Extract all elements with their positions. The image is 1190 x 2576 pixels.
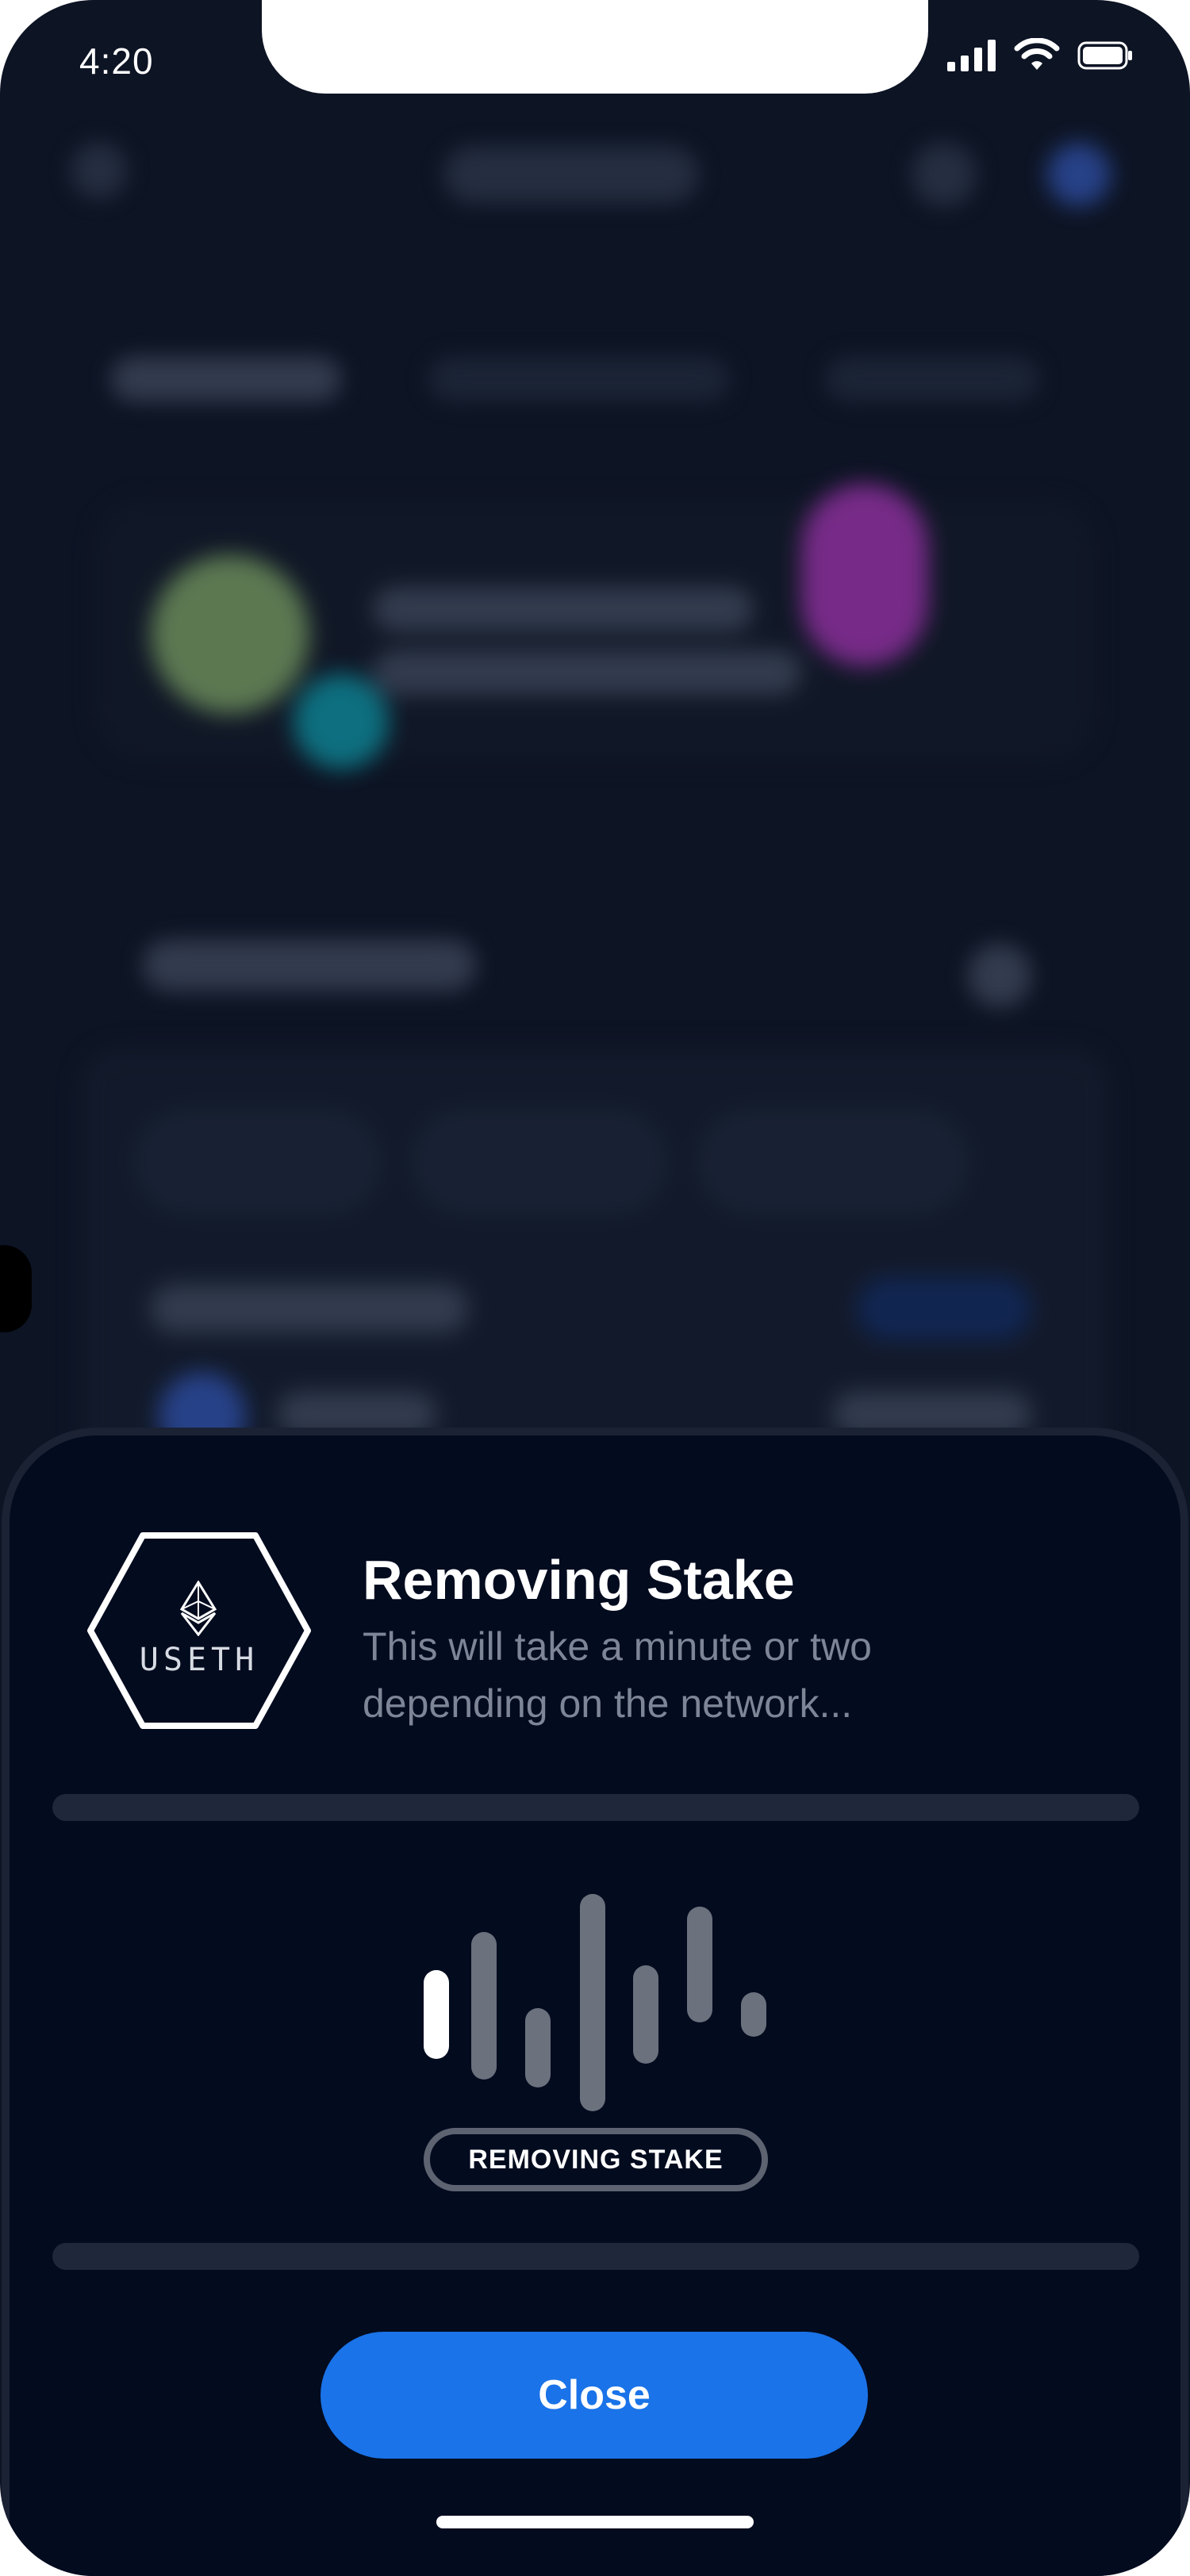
action-pill — [413, 1110, 666, 1213]
ethereum-icon — [180, 1581, 217, 1636]
waveform-bar — [687, 1907, 712, 2022]
cellular-signal-icon — [947, 40, 996, 71]
status-pill: REMOVING STAKE — [424, 2128, 768, 2191]
promo-art — [294, 674, 389, 769]
waveform-bar — [580, 1894, 605, 2111]
status-icons — [947, 38, 1133, 73]
notch — [262, 0, 928, 94]
tab-placeholder — [111, 357, 341, 401]
sheet-subtitle: This will take a minute or two depending… — [363, 1624, 872, 1726]
waveform-bar — [741, 1992, 766, 2037]
tab-placeholder — [825, 357, 1039, 401]
status-time: 4:20 — [79, 40, 154, 82]
side-bump — [0, 1245, 32, 1332]
promo-text-placeholder — [373, 587, 754, 631]
phone-screen: 4:20 USETH Removing Stake This will take… — [0, 0, 1190, 2576]
header-button — [912, 143, 976, 206]
close-button[interactable]: Close — [321, 2332, 868, 2459]
waveform-bar — [471, 1932, 497, 2080]
token-label: USETH — [139, 1642, 259, 1678]
promo-art — [801, 484, 928, 666]
action-pill — [135, 1110, 381, 1213]
menu-icon — [71, 143, 127, 198]
section-button — [968, 944, 1031, 1007]
divider-bottom — [52, 2243, 1139, 2270]
waveform-bar — [424, 1970, 449, 2059]
header-title-placeholder — [444, 147, 698, 202]
action-pill — [698, 1110, 968, 1213]
transactions-title-placeholder — [151, 1285, 468, 1332]
promo-art — [151, 555, 309, 714]
tab-placeholder — [428, 357, 730, 401]
waveform-bar — [525, 2008, 551, 2087]
promo-text-placeholder — [373, 650, 801, 695]
section-title-placeholder — [143, 940, 476, 991]
waveform-bar — [633, 1965, 658, 2064]
badge-placeholder — [857, 1277, 1031, 1340]
battery-icon — [1077, 41, 1132, 70]
wifi-icon — [1014, 38, 1060, 70]
home-indicator[interactable] — [436, 2516, 754, 2528]
avatar — [1047, 143, 1111, 206]
blurred-background-app — [0, 0, 1190, 1586]
divider-top — [52, 1794, 1139, 1821]
sheet-title: Removing Stake — [363, 1549, 795, 1611]
